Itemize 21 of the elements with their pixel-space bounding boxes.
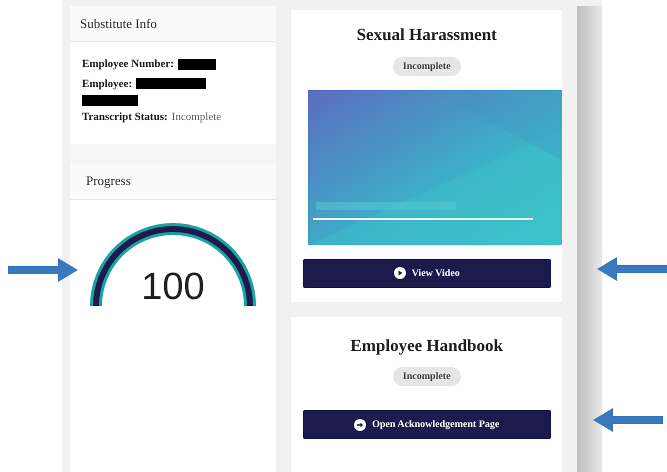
field-value: Incomplete — [172, 110, 222, 125]
status-badge: Incomplete — [392, 367, 461, 386]
arrow-icon — [593, 406, 663, 434]
field-label: Employee: — [82, 76, 132, 92]
field-label: Transcript Status: — [82, 110, 168, 125]
view-video-button[interactable]: View Video — [302, 258, 551, 288]
panel-header: Substitute Info — [70, 6, 276, 42]
redaction-bar — [136, 78, 206, 90]
panel-header: Progress — [70, 164, 276, 200]
status-badge: Incomplete — [392, 56, 461, 76]
redaction-bar — [82, 95, 138, 106]
open-page-button[interactable]: Open Acknowledgement Page — [302, 410, 551, 439]
play-icon — [394, 267, 406, 279]
redaction-bar — [178, 58, 216, 70]
course-title: Sexual Harassment — [356, 24, 497, 46]
gauge-reading: 100 — [140, 268, 206, 306]
arrow-circle-icon — [354, 418, 366, 430]
arrow-icon — [8, 256, 78, 284]
field-label: Employee Number: — [82, 57, 174, 72]
course-title: Employee Handbook — [350, 334, 503, 357]
arrow-icon — [597, 255, 667, 283]
